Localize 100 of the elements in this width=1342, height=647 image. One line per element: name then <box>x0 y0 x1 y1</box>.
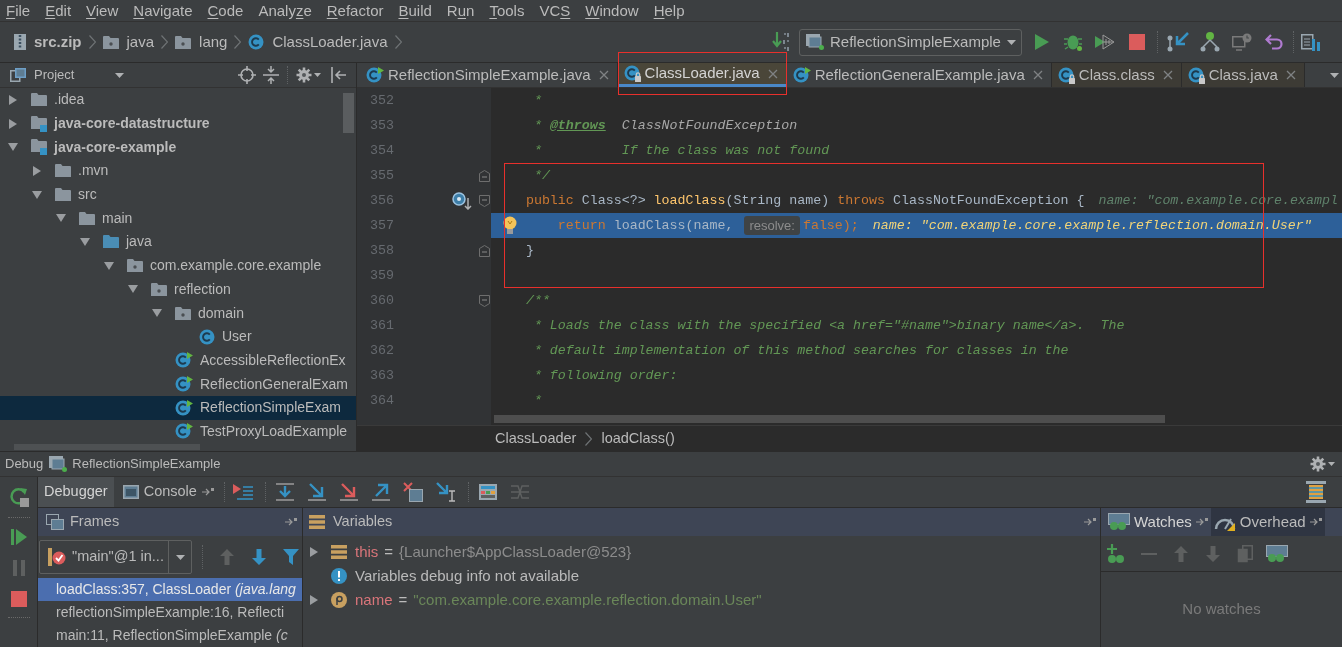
tree-item[interactable]: com.example.core.example <box>0 253 356 278</box>
menu-item[interactable]: File <box>6 0 31 21</box>
breadcrumb-item[interactable]: loadClass() <box>601 427 675 450</box>
menu-item[interactable]: Window <box>585 0 639 21</box>
panel-tab[interactable]: Watches <box>1105 508 1211 536</box>
scrollbar[interactable] <box>343 93 354 133</box>
tree-item[interactable]: TestProxyLoadExample <box>0 419 356 444</box>
breadcrumb-item[interactable]: java <box>102 30 155 54</box>
menu-item[interactable]: Tools <box>489 0 525 21</box>
menu-item[interactable]: Refactor <box>326 0 384 21</box>
editor-tab[interactable]: ReflectionSimpleExample.java <box>360 63 618 87</box>
fold-icon[interactable] <box>479 194 490 207</box>
cross-window-icon[interactable] <box>402 482 423 502</box>
panel-tab[interactable]: Console <box>116 477 220 507</box>
tree-item[interactable]: .idea <box>0 88 356 112</box>
thread-dropdown[interactable]: "main"@1 in... <box>39 540 192 574</box>
circular-arrow-icon[interactable] <box>8 487 29 507</box>
caret-down-icon[interactable] <box>128 285 138 294</box>
calculator-icon[interactable] <box>478 484 497 500</box>
collapse-icon[interactable] <box>263 66 279 84</box>
tree-item[interactable]: reflection <box>0 277 356 302</box>
caret-down-icon[interactable] <box>80 237 90 246</box>
caret-right-icon[interactable] <box>310 547 318 557</box>
hide-icon[interactable] <box>331 67 347 83</box>
caret-down-icon[interactable] <box>152 309 162 318</box>
editor-tab[interactable]: ClassLoader.java <box>617 63 787 87</box>
menu-item[interactable]: VCS <box>539 0 571 21</box>
close-icon[interactable] <box>1162 70 1173 80</box>
tree-item[interactable]: src <box>0 182 356 207</box>
arrow-down-right-icon[interactable] <box>339 483 358 501</box>
caret-icon[interactable] <box>115 72 125 78</box>
arrow-lines-icon[interactable] <box>232 484 253 500</box>
tree-item[interactable]: ReflectionGeneralExam <box>0 372 356 396</box>
stop-icon[interactable] <box>10 591 27 607</box>
tree-item[interactable]: java <box>0 230 356 254</box>
glasses-icon[interactable] <box>1266 544 1288 563</box>
pin-icon[interactable] <box>1309 517 1322 527</box>
arrow-cursor-icon[interactable] <box>435 482 456 502</box>
menu-item[interactable]: Help <box>653 0 685 21</box>
crosshair-icon[interactable] <box>238 66 256 84</box>
scrollbar[interactable] <box>494 415 1165 423</box>
monitor-clock-icon[interactable] <box>1232 33 1252 51</box>
tree-item[interactable]: ReflectionSimpleExam <box>0 395 356 420</box>
caret-right-icon[interactable] <box>33 165 41 176</box>
play-icon[interactable] <box>1035 34 1049 50</box>
fold-icon[interactable] <box>479 244 490 257</box>
menu-item[interactable]: Code <box>207 0 244 21</box>
spool-icon[interactable] <box>1306 481 1326 503</box>
pin-icon[interactable] <box>1195 517 1208 527</box>
tree-item[interactable]: .mvn <box>0 159 356 183</box>
close-icon[interactable] <box>598 70 609 80</box>
breadcrumb-item[interactable]: ClassLoader.java <box>248 30 388 54</box>
pin-icon[interactable] <box>1084 517 1096 527</box>
code-editor[interactable] <box>491 88 1342 425</box>
breadcrumb-item[interactable]: ClassLoader <box>495 427 577 450</box>
pin-icon[interactable] <box>285 517 297 527</box>
fold-icon[interactable] <box>479 294 490 307</box>
caret-right-icon[interactable] <box>310 595 318 605</box>
arrow-down-icon[interactable] <box>252 549 266 565</box>
branch-icon[interactable] <box>1200 32 1220 52</box>
caret-right-icon[interactable] <box>9 118 17 129</box>
menu-item[interactable]: Build <box>398 0 432 21</box>
tree-item[interactable]: main <box>0 206 356 231</box>
play-bar-icon[interactable] <box>10 528 27 546</box>
menu-item[interactable]: Run <box>446 0 475 21</box>
tree-item[interactable]: User <box>0 324 356 349</box>
run-config-dropdown[interactable]: ReflectionSimpleExample <box>799 28 1022 56</box>
frame-item[interactable]: main:11, ReflectionSimpleExample (c <box>38 624 302 647</box>
panel-tab[interactable]: Debugger <box>38 477 114 507</box>
arrow-down-bar-icon[interactable] <box>275 483 294 501</box>
close-icon[interactable] <box>767 68 778 79</box>
fold-icon[interactable] <box>479 169 490 182</box>
menu-item[interactable]: Analyze <box>258 0 312 21</box>
menu-item[interactable]: Edit <box>45 0 72 21</box>
tree-item[interactable]: java-core-datastructure <box>0 111 356 136</box>
tree-item[interactable]: AccessibleReflectionEx <box>0 348 356 373</box>
filter-icon[interactable] <box>283 549 299 565</box>
tree-item[interactable]: domain <box>0 301 356 325</box>
grid-bars-icon[interactable] <box>1301 33 1321 51</box>
editor-tab[interactable]: Class.class <box>1051 63 1182 87</box>
tree-item[interactable]: java-core-example <box>0 135 356 160</box>
bug-icon[interactable] <box>1063 33 1083 51</box>
session-tab[interactable]: ReflectionSimpleExample <box>49 454 221 474</box>
frame-item[interactable]: reflectionSimpleExample:16, Reflecti <box>38 601 302 624</box>
breadcrumb-item[interactable]: lang <box>175 30 228 54</box>
breadcrumb-item[interactable]: src.zip <box>14 30 82 54</box>
editor-tab[interactable]: ReflectionGeneralExample.java <box>786 63 1052 87</box>
play-grid-icon[interactable] <box>1095 34 1115 50</box>
caret-down-icon[interactable] <box>104 261 114 270</box>
arrow-up-right-icon[interactable] <box>371 483 390 501</box>
menu-item[interactable]: View <box>86 0 119 21</box>
variable-entry[interactable]: name = "com.example.core.example.reflection.domain.User" <box>355 588 762 612</box>
frame-item[interactable]: loadClass:357, ClassLoader (java.lang <box>38 578 302 601</box>
circle-arrow-icon[interactable] <box>452 191 472 210</box>
settings-icon[interactable] <box>1310 456 1335 472</box>
caret-down-icon[interactable] <box>8 143 18 152</box>
panel-tab[interactable]: Overhead <box>1210 508 1325 536</box>
caret-down-icon[interactable] <box>32 190 42 199</box>
caret-down-icon[interactable] <box>56 214 66 223</box>
variable-entry[interactable]: this = {Launcher$AppClassLoader@523} <box>355 540 632 564</box>
